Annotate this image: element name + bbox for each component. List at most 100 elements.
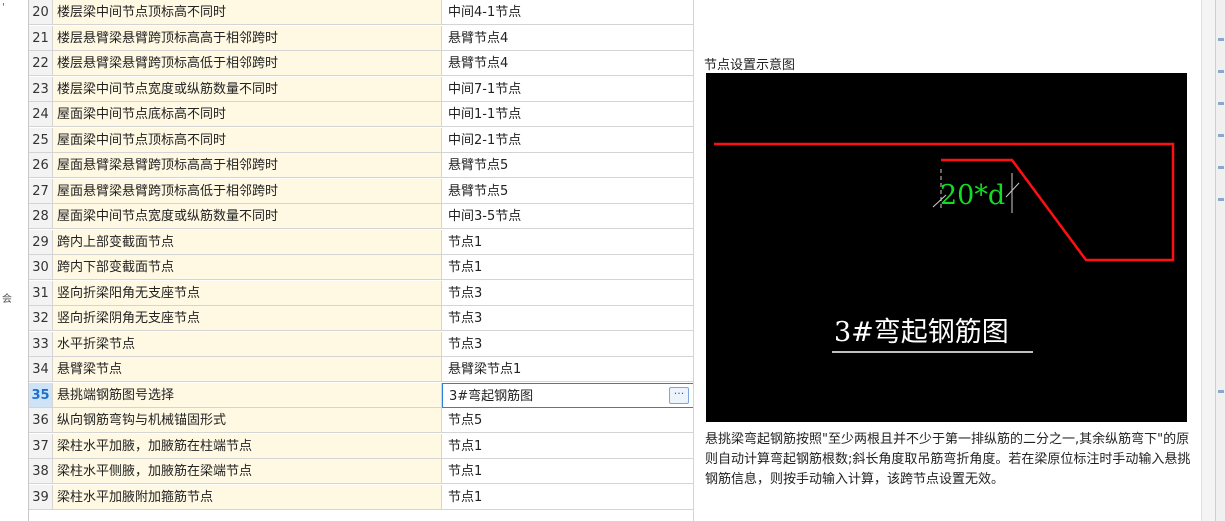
table-row[interactable]: 23 楼层梁中间节点宽度或纵筋数量不同时 中间7-1节点: [29, 76, 694, 103]
row-number: 34: [29, 357, 53, 382]
setting-value[interactable]: 中间1-1节点: [442, 102, 694, 127]
setting-value[interactable]: 节点1: [442, 459, 694, 484]
table-row[interactable]: 31 竖向折梁阳角无支座节点 节点3: [29, 280, 694, 307]
setting-value-text: 节点1: [448, 489, 483, 505]
table-row[interactable]: 24 屋面梁中间节点底标高不同时 中间1-1节点: [29, 102, 694, 128]
setting-name: 屋面悬臂梁悬臂跨顶标高低于相邻跨时: [53, 178, 442, 204]
edge-tick: [1218, 38, 1224, 41]
row-number: 29: [29, 229, 53, 255]
table-row[interactable]: 35 悬挑端钢筋图号选择 3#弯起钢筋图 ···: [29, 382, 694, 409]
table-row[interactable]: 25 屋面梁中间节点顶标高不同时 中间2-1节点: [29, 127, 694, 154]
table-row[interactable]: 26 屋面悬臂梁悬臂跨顶标高高于相邻跨时 悬臂节点5: [29, 153, 694, 179]
table-row[interactable]: 34 悬臂梁节点 悬臂梁节点1: [29, 357, 694, 383]
row-number: 26: [29, 153, 53, 178]
row-number: 22: [29, 51, 53, 76]
row-number: 35: [29, 382, 53, 408]
setting-name: 屋面悬臂梁悬臂跨顶标高高于相邻跨时: [53, 153, 442, 178]
setting-name: 悬臂梁节点: [53, 357, 442, 382]
setting-value-text: 中间2-1节点: [448, 132, 522, 148]
setting-value-text: 3#弯起钢筋图: [449, 388, 534, 404]
setting-value-text: 悬臂节点4: [448, 30, 509, 46]
more-options-button[interactable]: ···: [669, 386, 689, 404]
row-number: 23: [29, 76, 53, 102]
diagram-caption: 3#弯起钢筋图: [834, 317, 1009, 348]
setting-name: 梁柱水平加腋附加箍筋节点: [53, 484, 442, 510]
table-row[interactable]: 36 纵向钢筋弯钩与机械锚固形式 节点5: [29, 408, 694, 434]
table-row[interactable]: 20 楼层梁中间节点顶标高不同时 中间4-1节点: [29, 0, 694, 26]
table-row[interactable]: 28 屋面梁中间节点宽度或纵筋数量不同时 中间3-5节点: [29, 204, 694, 230]
setting-value[interactable]: 悬臂节点4: [442, 51, 694, 76]
node-diagram-panel: 节点设置示意图 20*d 3#弯起钢筋图 悬挑梁弯起钢筋按照"至少两根且并不少于…: [693, 0, 1202, 521]
table-row[interactable]: 30 跨内下部变截面节点 节点1: [29, 255, 694, 281]
setting-name: 悬挑端钢筋图号选择: [53, 382, 442, 408]
table-row[interactable]: 27 屋面悬臂梁悬臂跨顶标高低于相邻跨时 悬臂节点5: [29, 178, 694, 205]
table-row[interactable]: 39 梁柱水平加腋附加箍筋节点 节点1: [29, 484, 694, 511]
edge-tick: [1218, 70, 1224, 73]
setting-name: 楼层梁中间节点宽度或纵筋数量不同时: [53, 76, 442, 102]
setting-value[interactable]: 节点3: [442, 306, 694, 331]
setting-value-text: 节点1: [448, 464, 483, 479]
row-number: 27: [29, 178, 53, 204]
setting-value[interactable]: 悬臂节点5: [442, 153, 694, 178]
table-row[interactable]: 32 竖向折梁阴角无支座节点 节点3: [29, 306, 694, 332]
setting-value[interactable]: 节点5: [442, 408, 694, 433]
row-number: 25: [29, 127, 53, 153]
table-row[interactable]: 33 水平折梁节点 节点3: [29, 331, 694, 358]
setting-value[interactable]: 3#弯起钢筋图 ···: [442, 382, 694, 408]
setting-value[interactable]: 节点3: [442, 280, 694, 306]
edge-tick: [1218, 166, 1224, 169]
setting-name: 屋面梁中间节点宽度或纵筋数量不同时: [53, 204, 442, 229]
setting-name: 跨内下部变截面节点: [53, 255, 442, 280]
setting-value-text: 节点3: [448, 336, 483, 352]
panel-scrollbar[interactable]: [1201, 0, 1216, 521]
setting-value[interactable]: 中间7-1节点: [442, 76, 694, 102]
row-number: 32: [29, 306, 53, 331]
setting-value[interactable]: 节点1: [442, 433, 694, 459]
table-row[interactable]: 37 梁柱水平加腋，加腋筋在柱端节点 节点1: [29, 433, 694, 460]
edge-tick: [1218, 102, 1224, 105]
row-number: 37: [29, 433, 53, 459]
setting-value[interactable]: 中间2-1节点: [442, 127, 694, 153]
setting-value[interactable]: 节点1: [442, 255, 694, 280]
table-row[interactable]: 29 跨内上部变截面节点 节点1: [29, 229, 694, 256]
row-number: 33: [29, 331, 53, 357]
setting-value-text: 节点1: [448, 438, 483, 454]
setting-name: 楼层悬臂梁悬臂跨顶标高低于相邻跨时: [53, 51, 442, 76]
row-number: 20: [29, 0, 53, 25]
table-row[interactable]: 22 楼层悬臂梁悬臂跨顶标高低于相邻跨时 悬臂节点4: [29, 51, 694, 77]
setting-name: 跨内上部变截面节点: [53, 229, 442, 255]
setting-value[interactable]: 节点1: [442, 229, 694, 255]
edge-tick: [1218, 198, 1224, 201]
setting-value[interactable]: 悬臂梁节点1: [442, 357, 694, 382]
setting-name: 竖向折梁阳角无支座节点: [53, 280, 442, 306]
node-diagram: 20*d 3#弯起钢筋图: [706, 73, 1187, 422]
setting-value[interactable]: 节点1: [442, 484, 694, 510]
setting-name: 屋面梁中间节点顶标高不同时: [53, 127, 442, 153]
table-row[interactable]: 38 梁柱水平侧腋，加腋筋在梁端节点 节点1: [29, 459, 694, 485]
setting-name: 楼层梁中间节点顶标高不同时: [53, 0, 442, 25]
setting-value[interactable]: 节点3: [442, 331, 694, 357]
setting-value-text: 悬臂节点5: [448, 158, 509, 173]
setting-value-text: 悬臂节点5: [448, 183, 509, 199]
row-number: 24: [29, 102, 53, 127]
gutter-mark-mid: 会: [2, 294, 12, 305]
row-number: 39: [29, 484, 53, 510]
setting-name: 梁柱水平加腋，加腋筋在柱端节点: [53, 433, 442, 459]
panel-title: 节点设置示意图: [704, 58, 796, 73]
setting-name: 梁柱水平侧腋，加腋筋在梁端节点: [53, 459, 442, 484]
diagram-description: 悬挑梁弯起钢筋按照"至少两根且并不少于第一排纵筋的二分之一,其余纵筋弯下"的原则…: [705, 432, 1191, 487]
row-number: 28: [29, 204, 53, 229]
gutter-mark-top: ': [2, 2, 5, 13]
setting-value-text: 节点1: [448, 260, 483, 275]
setting-value-text: 悬臂节点4: [448, 56, 509, 71]
setting-value-text: 悬臂梁节点1: [448, 362, 522, 377]
setting-value-text: 中间1-1节点: [448, 107, 522, 122]
row-number: 36: [29, 408, 53, 433]
setting-name: 屋面梁中间节点底标高不同时: [53, 102, 442, 127]
setting-value[interactable]: 中间3-5节点: [442, 204, 694, 229]
row-number: 31: [29, 280, 53, 306]
setting-value[interactable]: 悬臂节点5: [442, 178, 694, 204]
setting-value[interactable]: 悬臂节点4: [442, 25, 694, 51]
table-row[interactable]: 21 楼层悬臂梁悬臂跨顶标高高于相邻跨时 悬臂节点4: [29, 25, 694, 52]
setting-value[interactable]: 中间4-1节点: [442, 0, 694, 25]
